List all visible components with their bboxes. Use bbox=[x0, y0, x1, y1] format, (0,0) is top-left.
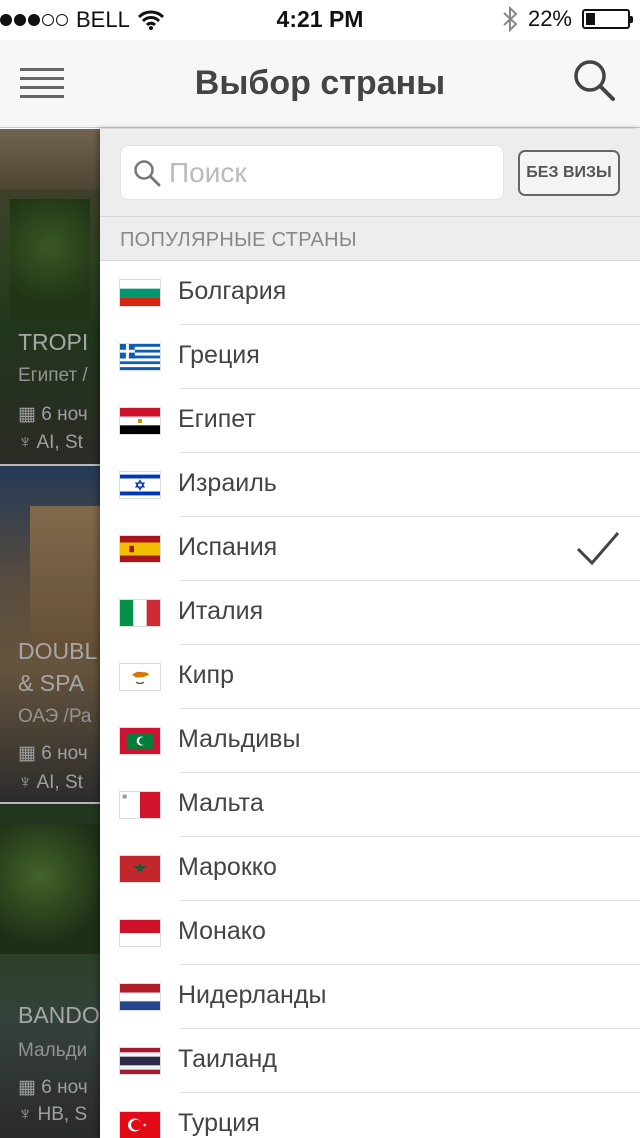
spain-flag-icon bbox=[120, 536, 160, 562]
italy-flag-icon bbox=[120, 600, 160, 626]
country-row[interactable]: Испания bbox=[100, 517, 640, 581]
country-name: Кипр bbox=[178, 661, 234, 689]
hotel-list-background: TROPI Египет / ▦ 6 ноч ♆ AI, St DOUBL & … bbox=[0, 129, 100, 1138]
country-row[interactable]: Турция bbox=[100, 1093, 640, 1138]
country-list: Болгария Греция Египет Израиль Испания Италия… bbox=[100, 261, 640, 1138]
country-row[interactable]: Мальта bbox=[100, 773, 640, 837]
no-visa-button[interactable]: БЕЗ ВИЗЫ bbox=[518, 150, 620, 196]
status-right: 22% bbox=[502, 6, 633, 32]
page-title: Выбор страны bbox=[194, 64, 446, 102]
turkey-flag-icon bbox=[120, 1112, 160, 1138]
country-picker-panel: БЕЗ ВИЗЫ ПОПУЛЯРНЫЕ СТРАНЫ Болгария Греци… bbox=[100, 129, 640, 1138]
cyprus-flag-icon bbox=[120, 664, 160, 690]
country-name: Нидерланды bbox=[178, 981, 327, 1009]
country-name: Таиланд bbox=[178, 1045, 277, 1073]
country-row[interactable]: Греция bbox=[100, 325, 640, 389]
country-row[interactable]: Израиль bbox=[100, 453, 640, 517]
search-icon[interactable] bbox=[572, 58, 616, 102]
country-row[interactable]: Мальдивы bbox=[100, 709, 640, 773]
israel-flag-icon bbox=[120, 472, 160, 498]
battery-percent: 22% bbox=[527, 6, 572, 31]
thailand-flag-icon bbox=[120, 1048, 160, 1074]
country-name: Испания bbox=[178, 533, 278, 561]
country-name: Монако bbox=[178, 917, 266, 945]
morocco-flag-icon bbox=[120, 856, 160, 882]
country-row[interactable]: Кипр bbox=[100, 645, 640, 709]
greece-flag-icon bbox=[120, 344, 160, 370]
nav-bar: Выбор страны bbox=[0, 40, 640, 128]
egypt-flag-icon bbox=[120, 408, 160, 434]
country-name: Греция bbox=[178, 341, 260, 369]
search-bar: БЕЗ ВИЗЫ bbox=[100, 129, 640, 217]
country-row[interactable]: Таиланд bbox=[100, 1029, 640, 1093]
search-icon bbox=[134, 160, 161, 187]
country-row[interactable]: Монако bbox=[100, 901, 640, 965]
bluetooth-icon bbox=[503, 6, 518, 32]
country-row[interactable]: Египет bbox=[100, 389, 640, 453]
country-row[interactable]: Марокко bbox=[100, 837, 640, 901]
country-row[interactable]: Нидерланды bbox=[100, 965, 640, 1029]
search-field[interactable] bbox=[120, 145, 504, 200]
search-input[interactable] bbox=[169, 154, 489, 192]
country-row[interactable]: Болгария bbox=[100, 261, 640, 325]
country-row[interactable]: Италия bbox=[100, 581, 640, 645]
country-name: Египет bbox=[178, 405, 256, 433]
monaco-flag-icon bbox=[120, 920, 160, 946]
country-name: Болгария bbox=[178, 277, 287, 305]
country-name: Израиль bbox=[178, 469, 277, 497]
section-header: ПОПУЛЯРНЫЕ СТРАНЫ bbox=[100, 217, 640, 261]
maldives-flag-icon bbox=[120, 728, 160, 754]
malta-flag-icon bbox=[120, 792, 160, 818]
checkmark-icon bbox=[576, 532, 620, 566]
bulgaria-flag-icon bbox=[120, 280, 160, 306]
country-name: Италия bbox=[178, 597, 264, 625]
netherlands-flag-icon bbox=[120, 984, 160, 1010]
country-name: Марокко bbox=[178, 853, 277, 881]
country-name: Мальдивы bbox=[178, 725, 301, 753]
country-name: Турция bbox=[178, 1109, 260, 1137]
status-bar: BELL 4:21 PM 22% bbox=[0, 0, 640, 40]
country-name: Мальта bbox=[178, 789, 264, 817]
battery-icon bbox=[582, 9, 633, 29]
